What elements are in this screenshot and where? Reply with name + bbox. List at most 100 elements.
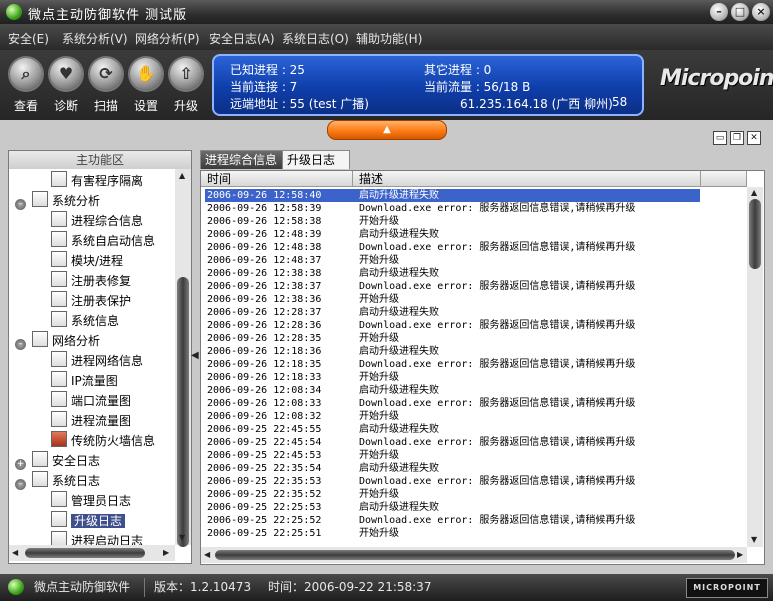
log-description: 开始升级 xyxy=(359,411,399,422)
menu-system-analysis[interactable]: 系统分析(V) xyxy=(62,30,128,47)
maximize-button[interactable]: □ xyxy=(731,3,749,21)
tree-item-process-start-log[interactable]: 进程启动日志 xyxy=(51,531,143,545)
collapse-icon[interactable]: – xyxy=(15,479,26,490)
diagnose-button[interactable]: ♥ 诊断 xyxy=(48,53,86,117)
tree-label: 系统分析 xyxy=(52,194,101,208)
tree-label: 有害程序隔离 xyxy=(71,174,144,188)
close-button[interactable]: × xyxy=(752,3,770,21)
log-description: 开始升级 xyxy=(359,255,399,266)
network-icon xyxy=(32,331,48,347)
system-info-icon xyxy=(51,311,67,327)
collapse-toolbar-handle[interactable]: ▲ xyxy=(327,120,447,140)
log-vertical-scrollbar[interactable]: ▲ ▼ xyxy=(747,187,763,547)
upgrade-log-icon xyxy=(51,511,67,527)
security-log-icon xyxy=(32,451,48,467)
tab-process-info[interactable]: 进程综合信息 xyxy=(200,150,288,169)
scroll-down-icon[interactable]: ▼ xyxy=(179,533,185,542)
scroll-right-icon[interactable]: ▶ xyxy=(163,548,169,557)
tree-item-port-traffic[interactable]: 端口流量图 xyxy=(51,391,131,411)
tree-item-process-traffic[interactable]: 进程流量图 xyxy=(51,411,131,431)
column-header-description[interactable]: 描述 xyxy=(353,171,701,187)
tree-group-system-log[interactable]: – 系统日志 xyxy=(15,471,100,491)
scrollbar-thumb[interactable] xyxy=(749,199,761,269)
tree-group-network-analysis[interactable]: – 网络分析 xyxy=(15,331,100,351)
settings-icon: ✋ xyxy=(130,58,162,90)
tree-item-process-network[interactable]: 进程网络信息 xyxy=(51,351,143,371)
tree-item-upgrade-log[interactable]: 升级日志 xyxy=(51,511,126,531)
tree-label: 注册表保护 xyxy=(71,294,132,308)
scroll-left-icon[interactable]: ◀ xyxy=(12,548,18,557)
tree-item-firewall-info[interactable]: 传统防火墙信息 xyxy=(51,431,155,451)
stethoscope-icon: ♥ xyxy=(50,58,82,90)
tree-label: 系统自启动信息 xyxy=(71,234,156,248)
tab-upgrade-log[interactable]: 升级日志 xyxy=(282,150,350,169)
log-description: Download.exe error: 服务器返回信息错误,请稍候再升级 xyxy=(359,320,636,331)
log-horizontal-scrollbar[interactable]: ◀ ▶ xyxy=(201,547,747,563)
tree-item-admin-log[interactable]: 管理员日志 xyxy=(51,491,131,511)
log-time: 2006-09-25 22:45:54 xyxy=(207,437,322,448)
scroll-down-icon[interactable]: ▼ xyxy=(751,535,757,544)
close-pane-icon[interactable]: ✕ xyxy=(747,131,761,145)
log-description: 开始升级 xyxy=(359,372,399,383)
scrollbar-thumb[interactable] xyxy=(25,548,145,558)
log-description: Download.exe error: 服务器返回信息错误,请稍候再升级 xyxy=(359,203,636,214)
panel-splitter[interactable]: ◀ xyxy=(191,350,199,364)
tree-item-process-info[interactable]: 进程综合信息 xyxy=(51,211,143,231)
app-window: 微点主动防御软件 测试版 – □ × 安全(E) 系统分析(V) 网络分析(P)… xyxy=(0,0,773,601)
scrollbar-thumb[interactable] xyxy=(177,277,189,547)
tile-pane-icon[interactable]: ❐ xyxy=(730,131,744,145)
menu-network-analysis[interactable]: 网络分析(P) xyxy=(135,30,200,47)
tree-item-modules[interactable]: 模块/进程 xyxy=(51,251,123,271)
tree-item-registry-protect[interactable]: 注册表保护 xyxy=(51,291,131,311)
status-bar: 微点主动防御软件 版本：1.2.10473 时间：2006-09-22 21:5… xyxy=(0,574,773,601)
view-button[interactable]: ⌕ 查看 xyxy=(8,53,46,117)
scrollbar-thumb[interactable] xyxy=(215,550,735,560)
status-info-panel: 已知进程 : 25 其它进程 : 0 当前连接 : 7 当前流量 : 56/18… xyxy=(212,54,644,116)
scroll-right-icon[interactable]: ▶ xyxy=(737,550,743,559)
scroll-up-icon[interactable]: ▲ xyxy=(179,171,185,180)
quarantine-icon xyxy=(51,171,67,187)
firewall-icon xyxy=(51,431,67,447)
tree-label: 注册表修复 xyxy=(71,274,132,288)
log-time: 2006-09-25 22:25:51 xyxy=(207,528,322,539)
log-description: 启动升级进程失败 xyxy=(359,229,439,240)
tree-item-registry-repair[interactable]: 注册表修复 xyxy=(51,271,131,291)
upgrade-button[interactable]: ⇧ 升级 xyxy=(168,53,206,117)
menu-utilities[interactable]: 辅助功能(H) xyxy=(356,30,422,47)
tree-item-quarantine[interactable]: 有害程序隔离 xyxy=(51,171,143,191)
column-header-time[interactable]: 时间 xyxy=(201,171,353,187)
scroll-up-icon[interactable]: ▲ xyxy=(751,188,757,197)
scan-icon: ⟳ xyxy=(90,58,122,90)
tree-horizontal-scrollbar[interactable]: ◀ ▶ xyxy=(9,545,175,561)
scan-button[interactable]: ⟳ 扫描 xyxy=(88,53,126,117)
restore-pane-icon[interactable]: ▭ xyxy=(713,131,727,145)
menu-security[interactable]: 安全(E) xyxy=(8,30,49,47)
log-description: 开始升级 xyxy=(359,333,399,344)
menu-system-log[interactable]: 系统日志(O) xyxy=(282,30,349,47)
table-row[interactable]: 2006-09-26 12:58:40 启动升级进程失败 xyxy=(205,189,700,202)
tree-vertical-scrollbar[interactable]: ▲ ▼ xyxy=(175,169,191,547)
collapse-icon[interactable]: – xyxy=(15,339,26,350)
log-description: 开始升级 xyxy=(359,450,399,461)
minimize-button[interactable]: – xyxy=(710,3,728,21)
function-tree: 有害程序隔离 – 系统分析 进程综合信息 系统自启动信息 模块/进程 注册表修复 … xyxy=(9,169,175,545)
expand-icon[interactable]: + xyxy=(15,459,26,470)
log-time: 2006-09-26 12:48:37 xyxy=(207,255,322,266)
log-description: 启动升级进程失败 xyxy=(359,424,439,435)
system-log-icon xyxy=(32,471,48,487)
tree-item-ip-traffic[interactable]: IP流量图 xyxy=(51,371,118,391)
settings-button[interactable]: ✋ 设置 xyxy=(128,53,166,117)
other-processes: 其它进程 : 0 xyxy=(424,63,492,77)
log-time: 2006-09-25 22:35:54 xyxy=(207,463,322,474)
tree-group-security-log[interactable]: + 安全日志 xyxy=(15,451,100,471)
menu-security-log[interactable]: 安全日志(A) xyxy=(209,30,275,47)
remote-count: 58 xyxy=(612,95,628,109)
tree-item-autostart[interactable]: 系统自启动信息 xyxy=(51,231,155,251)
window-title: 微点主动防御软件 测试版 xyxy=(28,8,188,23)
tree-item-system-info[interactable]: 系统信息 xyxy=(51,311,119,331)
scroll-left-icon[interactable]: ◀ xyxy=(204,550,210,559)
log-description: Download.exe error: 服务器返回信息错误,请稍候再升级 xyxy=(359,359,636,370)
tree-group-system-analysis[interactable]: – 系统分析 xyxy=(15,191,100,211)
log-time: 2006-09-26 12:48:38 xyxy=(207,242,322,253)
collapse-icon[interactable]: – xyxy=(15,199,26,210)
